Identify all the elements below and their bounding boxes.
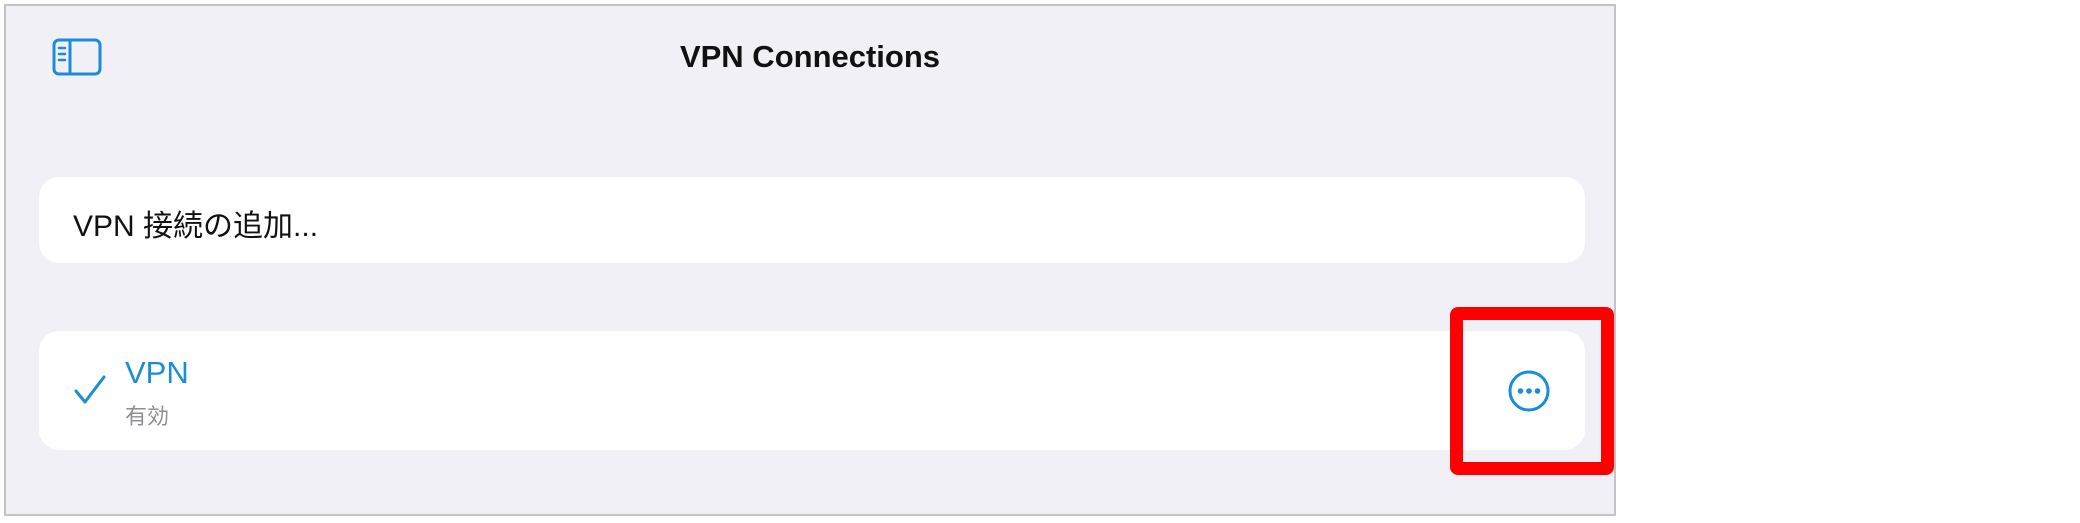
add-vpn-connection-label: VPN 接続の追加... [73, 210, 319, 243]
checkmark-icon [74, 375, 106, 404]
ellipsis-circle-icon [1508, 370, 1550, 412]
vpn-connections-window: VPN Connections VPN 接続の追加... VPN 有効 [4, 4, 1616, 516]
vpn-connection-row[interactable]: VPN 有効 [39, 331, 1585, 450]
vpn-connection-name: VPN [125, 355, 189, 390]
page-title: VPN Connections [679, 39, 941, 74]
vpn-more-info-button[interactable] [1507, 369, 1551, 413]
vpn-connection-status: 有効 [125, 404, 170, 429]
add-vpn-connection-button[interactable]: VPN 接続の追加... [39, 177, 1585, 263]
